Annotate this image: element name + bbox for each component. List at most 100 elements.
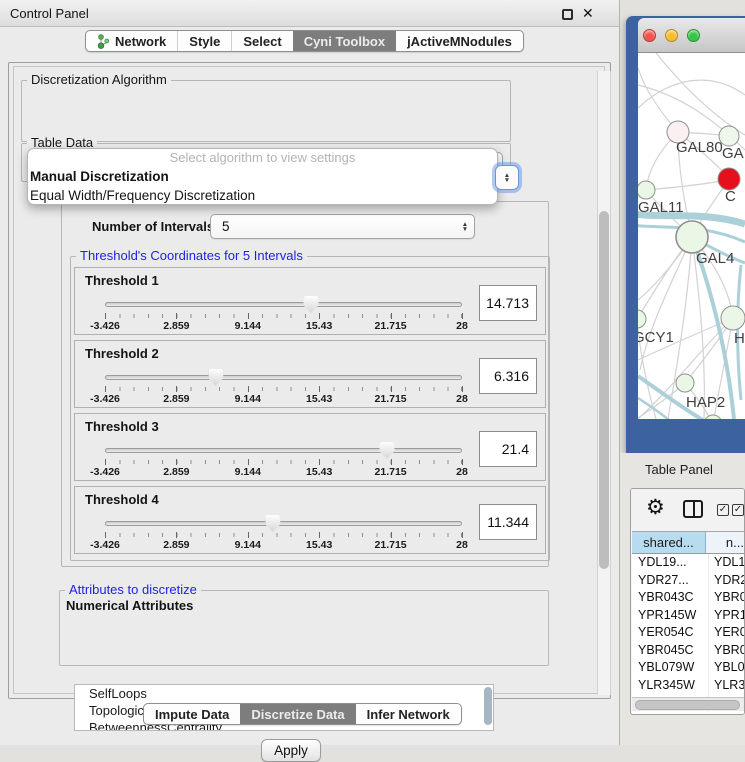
slider-major-ticks [105,532,463,538]
table-row[interactable]: YBR043CYBR0... [632,589,744,607]
network-canvas[interactable]: GAL80GACGAL11GAL4GCY1HHAP2 [638,53,745,419]
tick-label: 2.859 [163,393,189,405]
tab-cyni-toolbox[interactable]: Cyni Toolbox [293,31,396,51]
content-scrollbar-thumb[interactable] [599,211,609,569]
slider-track[interactable] [105,448,462,453]
tick-label: 15.43 [306,393,332,405]
table-panel: Table Panel ⚙ ✓ ✓ shared... n... YDL19..… [620,453,745,745]
split-columns-icon[interactable] [683,500,703,518]
tick-label: 28 [456,539,468,551]
threshold-3-slider[interactable]: -3.426 2.859 9.144 15.43 21.715 28 [105,442,462,480]
number-of-intervals-select[interactable]: 5 ▲▼ [210,214,475,239]
slider-thumb[interactable] [303,296,318,313]
interval-definition-group: Interval Definition Number of Intervals … [61,201,549,567]
network-window-titlebar[interactable] [638,18,745,53]
float-window-icon[interactable] [562,9,573,20]
cyni-mode-tabs: Impute Data Discretize Data Infer Networ… [143,703,462,725]
svg-text:H: H [734,330,745,347]
tick-label: 9.144 [235,320,261,332]
threshold-3-value-field[interactable]: 21.4 [479,431,537,467]
table-row[interactable]: YDR27...YDR2... [632,572,744,590]
control-panel-window: Control Panel ✕ Network Style Select Cyn… [0,0,620,745]
threshold-4-value-field[interactable]: 11.344 [479,504,537,540]
tab-infer-network[interactable]: Infer Network [356,704,461,724]
tick-label: 9.144 [235,466,261,478]
close-traffic-light-icon[interactable] [643,29,656,42]
network-view-window: GAL80GACGAL11GAL4GCY1HHAP2 [626,16,745,453]
slider-major-ticks [105,386,463,392]
stepper-arrows-icon: ▲▼ [499,173,515,183]
algorithm-select-focused-end[interactable]: ▲▼ [495,165,519,190]
svg-text:GAL80: GAL80 [676,139,723,156]
slider-thumb[interactable] [208,369,223,386]
threshold-2-value-field[interactable]: 6.316 [479,358,537,394]
control-panel-tabs: Network Style Select Cyni Toolbox jActiv… [85,30,524,52]
tab-select[interactable]: Select [231,31,292,51]
node-table: shared... n... YDL19...YDL1... YDR27...Y… [632,531,744,714]
threshold-4-slider[interactable]: -3.426 2.859 9.144 15.43 21.715 28 [105,515,462,553]
tick-label: 28 [456,466,468,478]
discretization-algorithm-group-title: Discretization Algorithm [27,73,171,87]
tick-label: -3.426 [90,466,120,478]
threshold-2-slider[interactable]: -3.426 2.859 9.144 15.43 21.715 28 [105,369,462,407]
table-row[interactable]: YER054CYER0... [632,624,744,642]
threshold-1-value-field[interactable]: 14.713 [479,285,537,321]
column-header-name[interactable]: n... [706,532,744,553]
tick-label: 21.715 [375,539,407,551]
svg-text:GAL11: GAL11 [638,199,684,216]
tick-label: 2.859 [163,539,189,551]
dropdown-option-manual-discretization[interactable]: Manual Discretization [28,167,497,186]
table-horizontal-scrollbar[interactable] [632,697,744,711]
table-row[interactable]: YBR045CYBR0... [632,642,744,660]
tab-network[interactable]: Network [86,31,177,51]
slider-thumb[interactable] [380,442,395,459]
slider-track[interactable] [105,302,462,307]
tab-jactivemnodules[interactable]: jActiveMNodules [396,31,523,51]
tick-label: 2.859 [163,320,189,332]
tick-label: 15.43 [306,539,332,551]
slider-thumb[interactable] [265,515,280,532]
column-header-shared-name[interactable]: shared... [632,532,706,553]
tab-discretize-data[interactable]: Discretize Data [240,704,355,724]
gear-icon[interactable]: ⚙ [646,495,665,520]
threshold-2-label: Threshold 2 [85,346,159,361]
tab-impute-data[interactable]: Impute Data [144,704,240,724]
attributes-group-title: Attributes to discretize [65,583,201,597]
cyni-toolbox-panel: Discretization Algorithm Table Data galF… [8,62,611,699]
numerical-attributes-label: Numerical Attributes [66,598,193,613]
table-row[interactable]: YBL079WYBL0... [632,659,744,677]
tick-label: 15.43 [306,466,332,478]
table-row[interactable]: YLR345WYLR3... [632,677,744,695]
tab-network-label: Network [115,34,166,49]
list-item[interactable]: SelfLoops [75,685,493,702]
zoom-traffic-light-icon[interactable] [687,29,700,42]
threshold-1-panel: Threshold 1 -3.426 2.859 9.144 15.43 21.… [74,267,546,335]
minimize-traffic-light-icon[interactable] [665,29,678,42]
dropdown-placeholder-item[interactable]: Select algorithm to view settings [28,149,497,167]
dropdown-option-equal-width-frequency[interactable]: Equal Width/Frequency Discretization [28,186,497,205]
svg-text:GCY1: GCY1 [638,329,674,346]
threshold-4-panel: Threshold 4 -3.426 2.859 9.144 15.43 21.… [74,486,546,554]
discretization-algorithm-group: Discretization Algorithm [21,80,511,142]
list-scrollbar-thumb[interactable] [484,687,492,725]
tab-style[interactable]: Style [177,31,231,51]
table-row[interactable]: YPR145WYPR1... [632,607,744,625]
close-icon[interactable]: ✕ [582,5,594,22]
tick-label: 9.144 [235,393,261,405]
slider-track[interactable] [105,375,462,380]
checkbox-icon[interactable]: ✓ [732,504,744,516]
tick-label: -3.426 [90,539,120,551]
svg-text:GA: GA [722,145,744,162]
apply-button[interactable]: Apply [261,739,321,762]
tick-label: -3.426 [90,320,120,332]
checkbox-icon[interactable]: ✓ [717,504,729,516]
svg-text:GAL4: GAL4 [696,250,734,267]
table-row[interactable]: YDL19...YDL1... [632,554,744,572]
control-panel-titlebar: Control Panel ✕ [0,0,619,27]
slider-major-ticks [105,459,463,465]
table-panel-title: Table Panel [645,462,713,477]
threshold-1-slider[interactable]: -3.426 2.859 9.144 15.43 21.715 28 [105,296,462,334]
svg-text:C: C [725,188,736,205]
table-horizontal-scrollbar-thumb[interactable] [635,700,740,710]
slider-track[interactable] [105,521,462,526]
